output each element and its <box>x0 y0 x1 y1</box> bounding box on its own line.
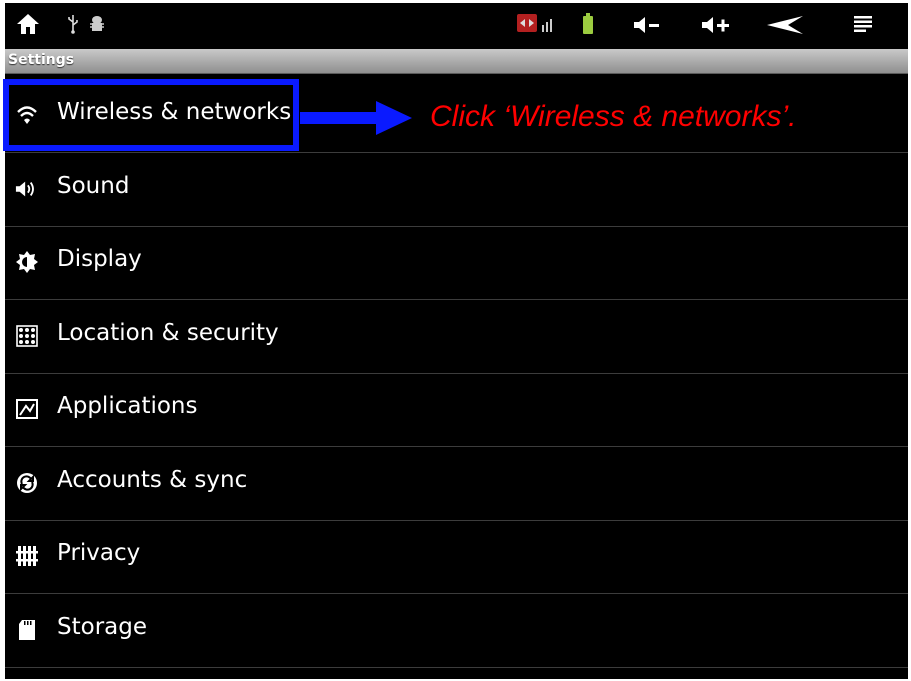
settings-item-display[interactable]: Display <box>5 226 908 300</box>
sync-icon <box>15 471 39 495</box>
settings-item-sound[interactable]: Sound <box>5 153 908 227</box>
highlight-box <box>3 79 299 151</box>
volume-up-icon[interactable] <box>700 13 732 37</box>
signal-icon <box>540 14 556 34</box>
settings-item-applications[interactable]: Applications <box>5 373 908 447</box>
settings-item-label: Storage <box>57 614 147 640</box>
privacy-icon <box>15 544 39 568</box>
settings-item-label: Display <box>57 246 142 272</box>
back-icon[interactable] <box>765 13 805 37</box>
menu-icon[interactable] <box>851 13 875 37</box>
page-title: Settings <box>8 52 75 68</box>
speaker-icon <box>15 177 39 201</box>
status-bar <box>5 3 908 47</box>
volume-down-icon[interactable] <box>632 13 662 37</box>
brightness-icon <box>15 250 39 274</box>
settings-item-storage[interactable]: Storage <box>5 594 908 668</box>
settings-item-label: Applications <box>57 393 198 419</box>
settings-item-location-security[interactable]: Location & security <box>5 300 908 374</box>
sd-card-icon <box>15 618 39 642</box>
settings-item-accounts-sync[interactable]: Accounts & sync <box>5 447 908 521</box>
arrow-right-icon <box>300 101 412 135</box>
usb-icon <box>65 13 81 35</box>
settings-item-privacy[interactable]: Privacy <box>5 520 908 594</box>
battery-icon <box>582 12 594 36</box>
home-icon[interactable] <box>14 10 42 38</box>
grid-lock-icon <box>15 324 39 348</box>
settings-item-label: Privacy <box>57 540 141 566</box>
title-bar: Settings <box>5 49 908 74</box>
callout-text: Click ‘Wireless & networks’. <box>430 100 797 133</box>
network-icon <box>517 14 537 32</box>
applications-icon <box>15 397 39 421</box>
settings-item-label: Location & security <box>57 320 279 346</box>
settings-item-label: Sound <box>57 173 130 199</box>
settings-item-label: Accounts & sync <box>57 467 248 493</box>
android-debug-icon <box>89 14 105 34</box>
